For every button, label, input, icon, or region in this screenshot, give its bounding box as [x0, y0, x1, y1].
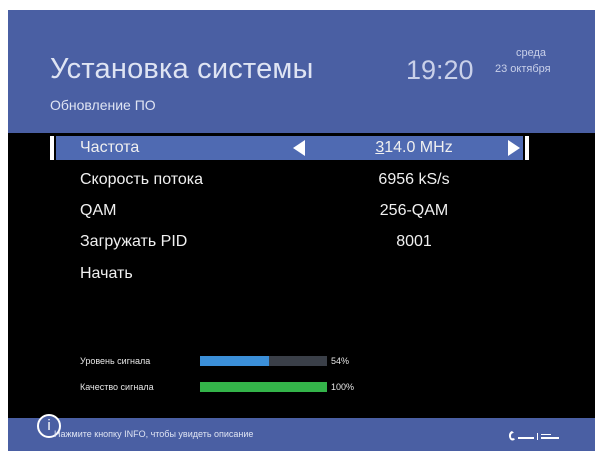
signal-quality-bar [200, 382, 327, 392]
signal-level-label: Уровень сигнала [80, 356, 151, 366]
menu-item-start[interactable]: Начать [56, 262, 523, 286]
frequency-value: 314.0 MHz [375, 139, 453, 156]
page-subtitle: Обновление ПО [50, 97, 156, 113]
date: 23 октября [495, 63, 551, 75]
tv-screen: Установка системы Обновление ПО 19:20 ср… [8, 10, 595, 451]
page-title: Установка системы [50, 53, 314, 85]
weekday: среда [516, 47, 547, 59]
provider-logo-icon [508, 431, 559, 441]
signal-quality-label: Качество сигнала [80, 382, 154, 392]
menu-item-label: Скорость потока [80, 171, 204, 188]
menu-item-label: Начать [80, 265, 133, 282]
header: Установка системы Обновление ПО 19:20 ср… [8, 10, 595, 133]
symbol-rate-value: 6956 kS/s [378, 171, 450, 188]
qam-value: 256-QAM [379, 202, 449, 219]
menu-item-symbol-rate[interactable]: Скорость потока 6956 kS/s [56, 168, 523, 192]
signal-level-bar [200, 356, 327, 366]
signal-quality-percent: 100% [331, 382, 355, 392]
menu-item-download-pid[interactable]: Загружать PID 8001 [56, 230, 523, 254]
menu-item-label: Частота [80, 139, 140, 156]
menu-item-frequency[interactable]: Частота 314.0 MHz [50, 136, 529, 160]
arrow-right-icon[interactable] [508, 140, 520, 156]
selection-bar-left [50, 136, 54, 160]
download-pid-value: 8001 [396, 233, 432, 250]
selection-bar-right [525, 136, 529, 160]
menu-item-qam[interactable]: QAM 256-QAM [56, 199, 523, 223]
clock: 19:20 [406, 55, 474, 85]
menu-item-label: QAM [80, 202, 117, 219]
menu-item-label: Загружать PID [80, 233, 188, 250]
footer-hint: Нажмите кнопку INFO, чтобы увидеть описа… [54, 429, 254, 439]
signal-quality-fill [200, 382, 327, 392]
signal-level-fill [200, 356, 269, 366]
screen: Установка системы Обновление ПО 19:20 ср… [0, 0, 604, 459]
signal-level-percent: 54% [331, 356, 350, 366]
arrow-left-icon[interactable] [293, 140, 305, 156]
